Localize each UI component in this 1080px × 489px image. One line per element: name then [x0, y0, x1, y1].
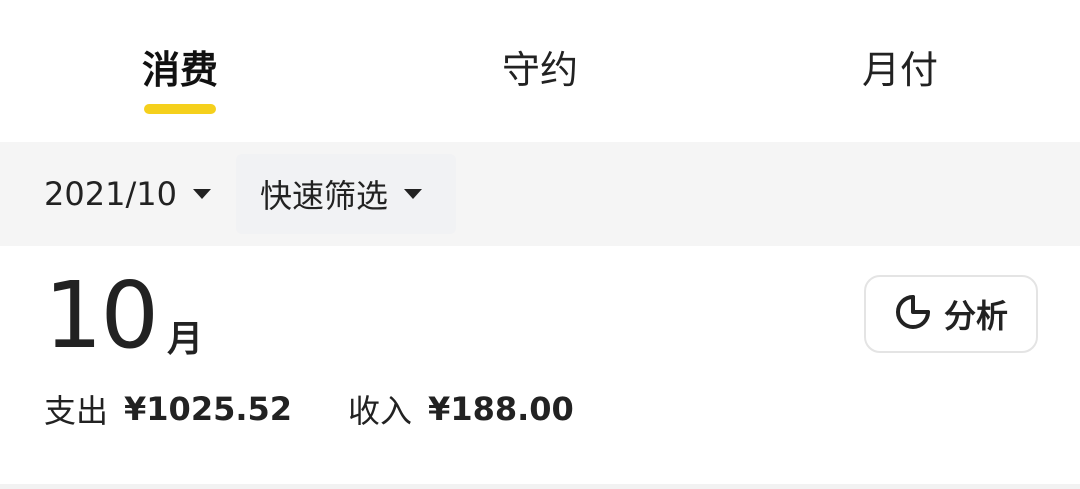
- quick-filter-dropdown[interactable]: 快速筛选: [236, 154, 456, 234]
- tab-bar: 消费 守约 月付: [0, 0, 1080, 142]
- month-number: 10: [44, 262, 159, 369]
- bottom-divider: [0, 484, 1080, 489]
- tab-credit[interactable]: 守约: [440, 44, 640, 96]
- expense-value: ¥1025.52: [124, 390, 293, 428]
- tab-consumption[interactable]: 消费: [80, 44, 280, 96]
- tab-monthly-pay[interactable]: 月付: [800, 44, 1000, 96]
- expense-label: 支出: [44, 392, 109, 430]
- quick-filter-label: 快速筛选: [260, 177, 389, 215]
- month-summary: 10 月 分析 支出 ¥1025.52 收入 ¥188.00: [0, 246, 1080, 489]
- month-picker-value: 2021/10: [44, 175, 177, 213]
- active-tab-indicator: [144, 104, 216, 114]
- analyze-button[interactable]: 分析: [864, 275, 1038, 353]
- pie-chart-icon: [894, 293, 932, 335]
- month-unit: 月: [167, 319, 204, 360]
- caret-down-icon: [192, 189, 211, 199]
- caret-down-icon: [404, 189, 423, 199]
- month-heading: 10 月: [44, 266, 203, 366]
- income-value: ¥188.00: [428, 390, 574, 428]
- income-label: 收入: [348, 392, 413, 430]
- analyze-label: 分析: [943, 297, 1008, 335]
- month-picker[interactable]: 2021/10: [44, 168, 211, 220]
- totals-row: 支出 ¥1025.52 收入 ¥188.00: [44, 386, 574, 432]
- filter-bar: 2021/10 快速筛选: [0, 142, 1080, 246]
